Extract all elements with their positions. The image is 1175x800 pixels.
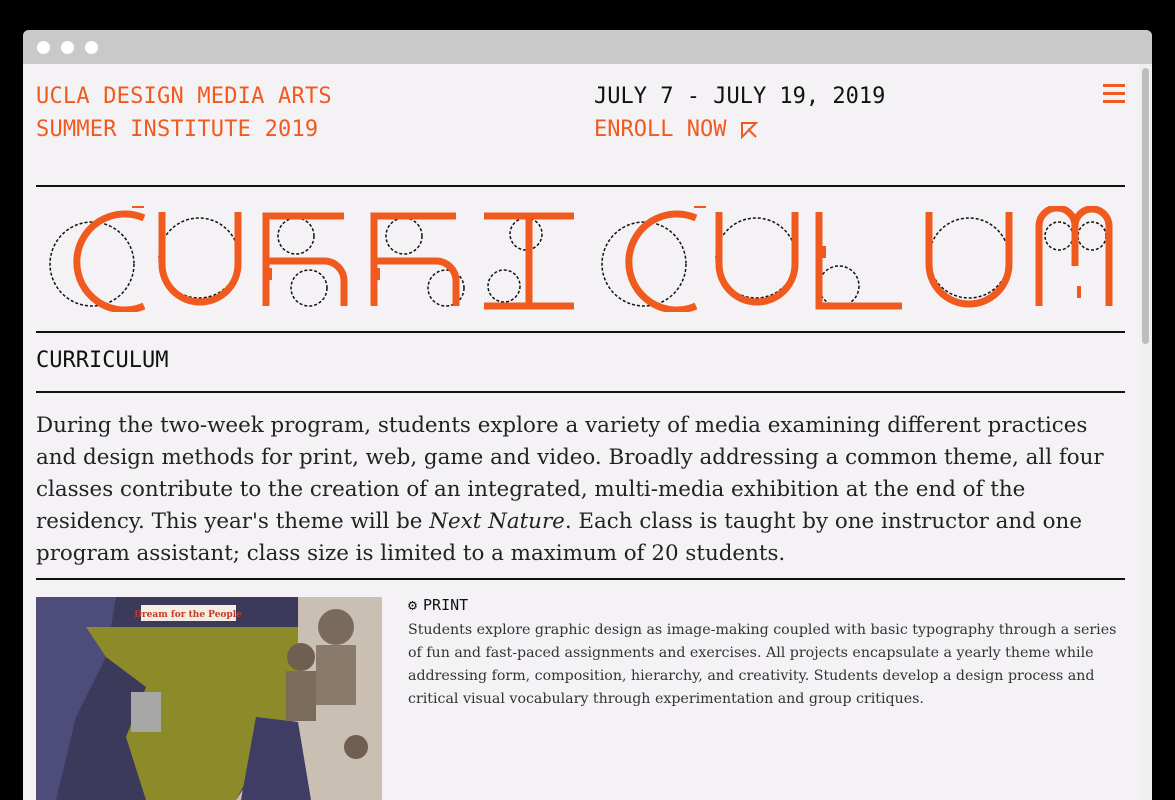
scrollbar-thumb[interactable] [1142,68,1149,344]
section-title: CURRICULUM [36,348,169,373]
section-divider [36,391,1125,393]
intro-divider [36,578,1125,580]
intro-paragraph: During the two-week program, students ex… [36,410,1125,570]
enroll-now-label: ENROLL NOW [594,117,727,142]
site-brand[interactable]: UCLA DESIGN MEDIA ARTS SUMMER INSTITUTE … [36,80,332,146]
arrow-cursor-icon [741,122,759,140]
print-course-name: PRINT [423,596,469,614]
window-control-dot[interactable] [85,41,98,54]
banner-divider [36,331,1125,333]
hamburger-icon[interactable] [1103,84,1125,104]
print-course-heading: ⚙ PRINT [408,596,468,614]
enroll-now-link[interactable]: ENROLL NOW [594,113,759,146]
curriculum-banner [49,206,1113,312]
gear-icon: ⚙ [408,596,418,614]
program-dates: JULY 7 - JULY 19, 2019 [594,84,886,109]
banner-letters [49,206,1113,312]
print-image-caption: Dream for the People [134,610,242,620]
window-control-dot[interactable] [37,41,50,54]
window-titlebar [23,30,1152,64]
theme-name: Next Nature [429,509,565,534]
scrollbar[interactable] [1139,64,1152,800]
window-control-dot[interactable] [61,41,74,54]
brand-line-1: UCLA DESIGN MEDIA ARTS [36,84,332,109]
header-divider [36,185,1125,187]
brand-line-2: SUMMER INSTITUTE 2019 [36,117,319,142]
browser-window: UCLA DESIGN MEDIA ARTS SUMMER INSTITUTE … [23,30,1152,800]
print-course-image[interactable]: Dream for the People [36,597,382,800]
print-course-description: Students explore graphic design as image… [408,622,1117,707]
